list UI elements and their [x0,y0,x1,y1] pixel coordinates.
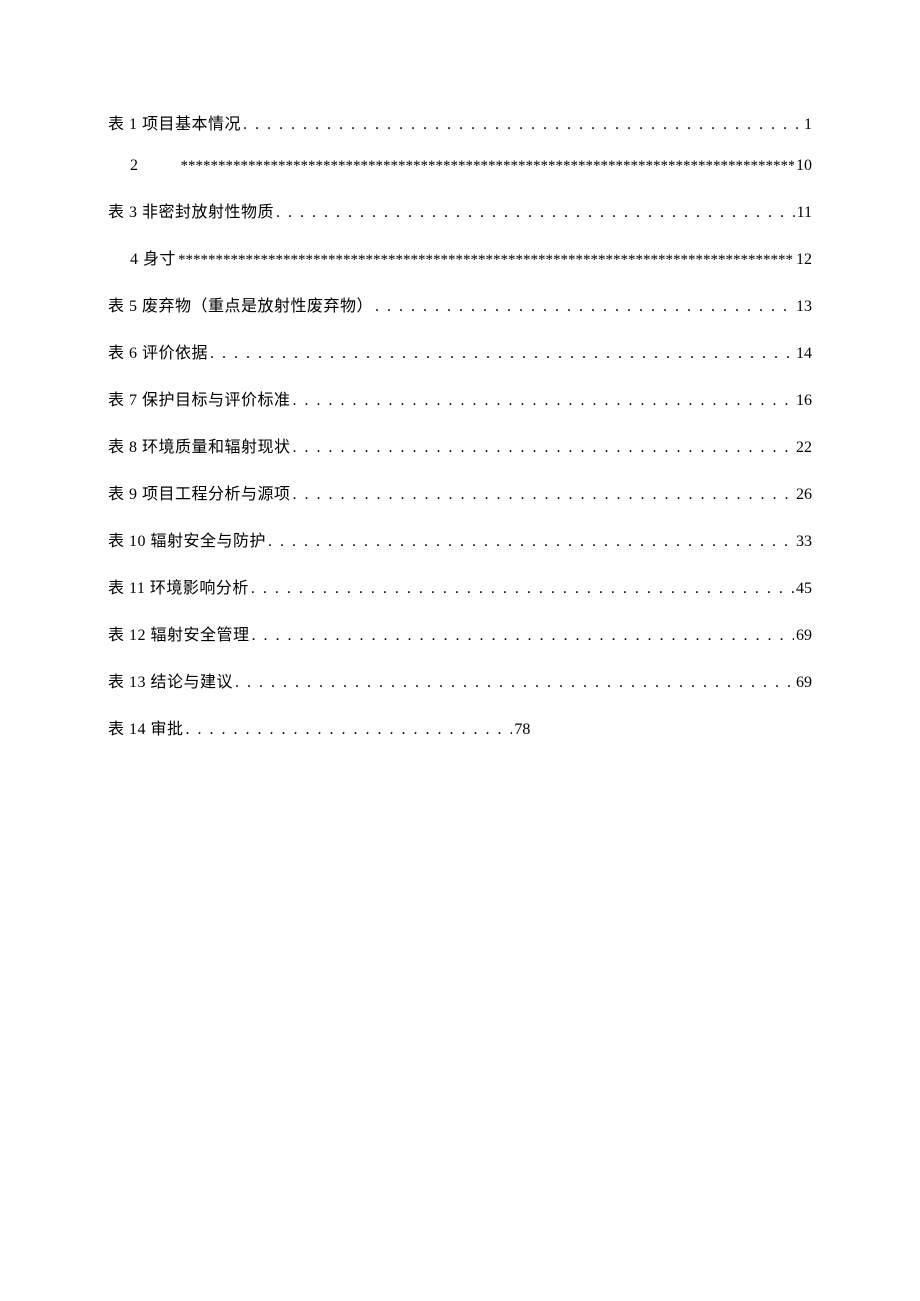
toc-page: 45 [796,580,812,598]
toc-page: 26 [796,486,812,504]
toc-title: 4 身寸 [130,245,176,269]
toc-page: 10 [796,157,812,175]
toc-entry: 表 13 结论与建议 . . . . . . . . . . . . . . .… [108,668,812,692]
toc-page: 11 [797,204,812,222]
toc-entry: 表 8 环境质量和辐射现状 . . . . . . . . . . . . . … [108,433,812,457]
toc-leader: . . . . . . . . . . . . . . . . . . . . … [251,580,794,598]
toc-title: 表 3 非密封放射性物质 [108,198,274,222]
toc-page: 13 [796,298,812,316]
toc-entry: 表 12 辐射安全管理 . . . . . . . . . . . . . . … [108,621,812,645]
toc-title: 2 [130,157,139,175]
toc-page: 33 [796,533,812,551]
toc-leader: . . . . . . . . . . . . . . . . . . . . … [375,298,794,316]
toc-page: 69 [796,627,812,645]
toc-title: 表 8 环境质量和辐射现状 [108,433,291,457]
toc-entry: 4 身寸 ***********************************… [108,245,812,269]
toc-leader: . . . . . . . . . . . . . . . . . . . . … [243,116,802,134]
toc-leader: . . . . . . . . . . . . . . . . . . . . … [293,439,794,457]
toc-leader: . . . . . . . . . . . . . . . . . . . . … [276,204,795,222]
toc-entry: 表 10 辐射安全与防护 . . . . . . . . . . . . . .… [108,527,812,551]
toc-entry: 表 14 审批 . . . . . . . . . . . . . . . . … [108,715,530,739]
toc-leader: ****************************************… [181,158,795,175]
toc-page: 16 [796,392,812,410]
table-of-contents: 表 1 项目基本情况 . . . . . . . . . . . . . . .… [108,110,812,739]
toc-page: 78 [514,721,530,739]
toc-leader: . . . . . . . . . . . . . . . . . . . . … [293,392,794,410]
toc-entry: 表 1 项目基本情况 . . . . . . . . . . . . . . .… [108,110,812,134]
toc-title: 表 1 项目基本情况 [108,110,241,134]
toc-leader: . . . . . . . . . . . . . . . . . . . . … [252,627,794,645]
toc-title: 表 14 审批 [108,715,184,739]
toc-page: 12 [796,251,812,269]
toc-entry: 表 6 评价依据 . . . . . . . . . . . . . . . .… [108,339,812,363]
toc-leader: . . . . . . . . . . . . . . . . . . . . … [210,345,794,363]
toc-page: 1 [804,116,812,134]
toc-entry: 表 9 项目工程分析与源项 . . . . . . . . . . . . . … [108,480,812,504]
toc-leader: . . . . . . . . . . . . . . . . . . . . … [293,486,794,504]
toc-entry: 表 7 保护目标与评价标准 . . . . . . . . . . . . . … [108,386,812,410]
toc-leader: . . . . . . . . . . . . . . . . . . . . … [186,721,513,739]
toc-title: 表 13 结论与建议 [108,668,233,692]
toc-title: 表 9 项目工程分析与源项 [108,480,291,504]
toc-leader: . . . . . . . . . . . . . . . . . . . . … [268,533,794,551]
toc-leader: . . . . . . . . . . . . . . . . . . . . … [235,674,794,692]
toc-entry: 表 5 废弃物（重点是放射性废弃物） . . . . . . . . . . .… [108,292,812,316]
toc-title: 表 7 保护目标与评价标准 [108,386,291,410]
toc-entry: 表 3 非密封放射性物质 . . . . . . . . . . . . . .… [108,198,812,222]
toc-entry: 表 11 环境影响分析 . . . . . . . . . . . . . . … [108,574,812,598]
toc-page: 69 [796,674,812,692]
toc-title: 表 11 环境影响分析 [108,574,249,598]
toc-page: 14 [796,345,812,363]
toc-title: 表 10 辐射安全与防护 [108,527,266,551]
toc-title: 表 5 废弃物（重点是放射性废弃物） [108,292,373,316]
toc-title: 表 6 评价依据 [108,339,208,363]
toc-leader: ****************************************… [178,252,794,269]
toc-title: 表 12 辐射安全管理 [108,621,250,645]
toc-entry: 2 **************************************… [108,157,812,175]
toc-page: 22 [796,439,812,457]
